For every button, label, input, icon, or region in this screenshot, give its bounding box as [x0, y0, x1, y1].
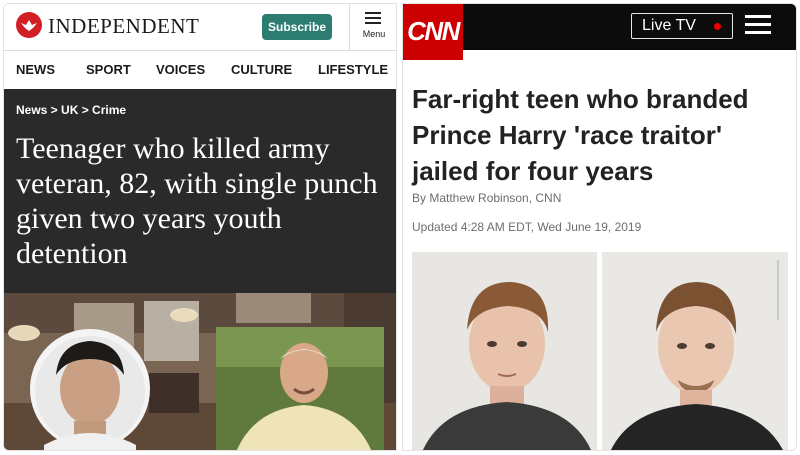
nav-item-culture[interactable]: CULTURE — [231, 62, 292, 77]
cnn-article-panel: CNN Live TV Far-right teen who branded P… — [402, 3, 797, 451]
hamburger-menu-icon — [365, 12, 381, 24]
article-byline[interactable]: By Matthew Robinson, CNN — [412, 191, 561, 205]
live-tv-button[interactable]: Live TV — [631, 13, 733, 39]
hamburger-menu-icon[interactable] — [745, 15, 771, 35]
menu-label: Menu — [362, 29, 386, 39]
live-tv-label: Live TV — [642, 17, 696, 34]
independent-article-panel: INDEPENDENT Subscribe Menu NEWS SPORT VO… — [3, 3, 397, 451]
article-photo[interactable] — [412, 252, 788, 450]
breadcrumb[interactable]: News > UK > Crime — [16, 103, 126, 117]
photo-credit-watermark — [774, 260, 782, 320]
nav-item-sport[interactable]: SPORT — [86, 62, 131, 77]
article-headline: Far-right teen who branded Prince Harry … — [412, 84, 749, 186]
cnn-header: CNN Live TV — [403, 4, 796, 60]
independent-eagle-logo-icon[interactable] — [16, 12, 42, 38]
article-hero: News > UK > Crime Teenager who killed ar… — [4, 89, 396, 293]
mugshot-left — [412, 252, 597, 450]
article-headline: Teenager who killed army veteran, 82, wi… — [16, 132, 378, 270]
mugshot-right — [602, 252, 788, 450]
menu-button[interactable]: Menu — [350, 4, 396, 50]
article-photo[interactable] — [4, 293, 396, 450]
section-nav: NEWS SPORT VOICES CULTURE LIFESTYLE — [4, 51, 396, 89]
cnn-logo-text: CNN — [407, 16, 460, 46]
independent-logo-text[interactable]: INDEPENDENT — [48, 13, 199, 39]
article-timestamp: Updated 4:28 AM EDT, Wed June 19, 2019 — [412, 220, 642, 234]
nav-item-voices[interactable]: VOICES — [156, 62, 205, 77]
cnn-logo[interactable]: CNN — [403, 4, 463, 60]
nav-item-news[interactable]: NEWS — [16, 62, 55, 77]
independent-header: INDEPENDENT Subscribe Menu — [4, 4, 396, 50]
subscribe-button[interactable]: Subscribe — [262, 14, 332, 40]
live-dot-icon — [714, 23, 721, 30]
nav-item-lifestyle[interactable]: LIFESTYLE — [318, 62, 388, 77]
